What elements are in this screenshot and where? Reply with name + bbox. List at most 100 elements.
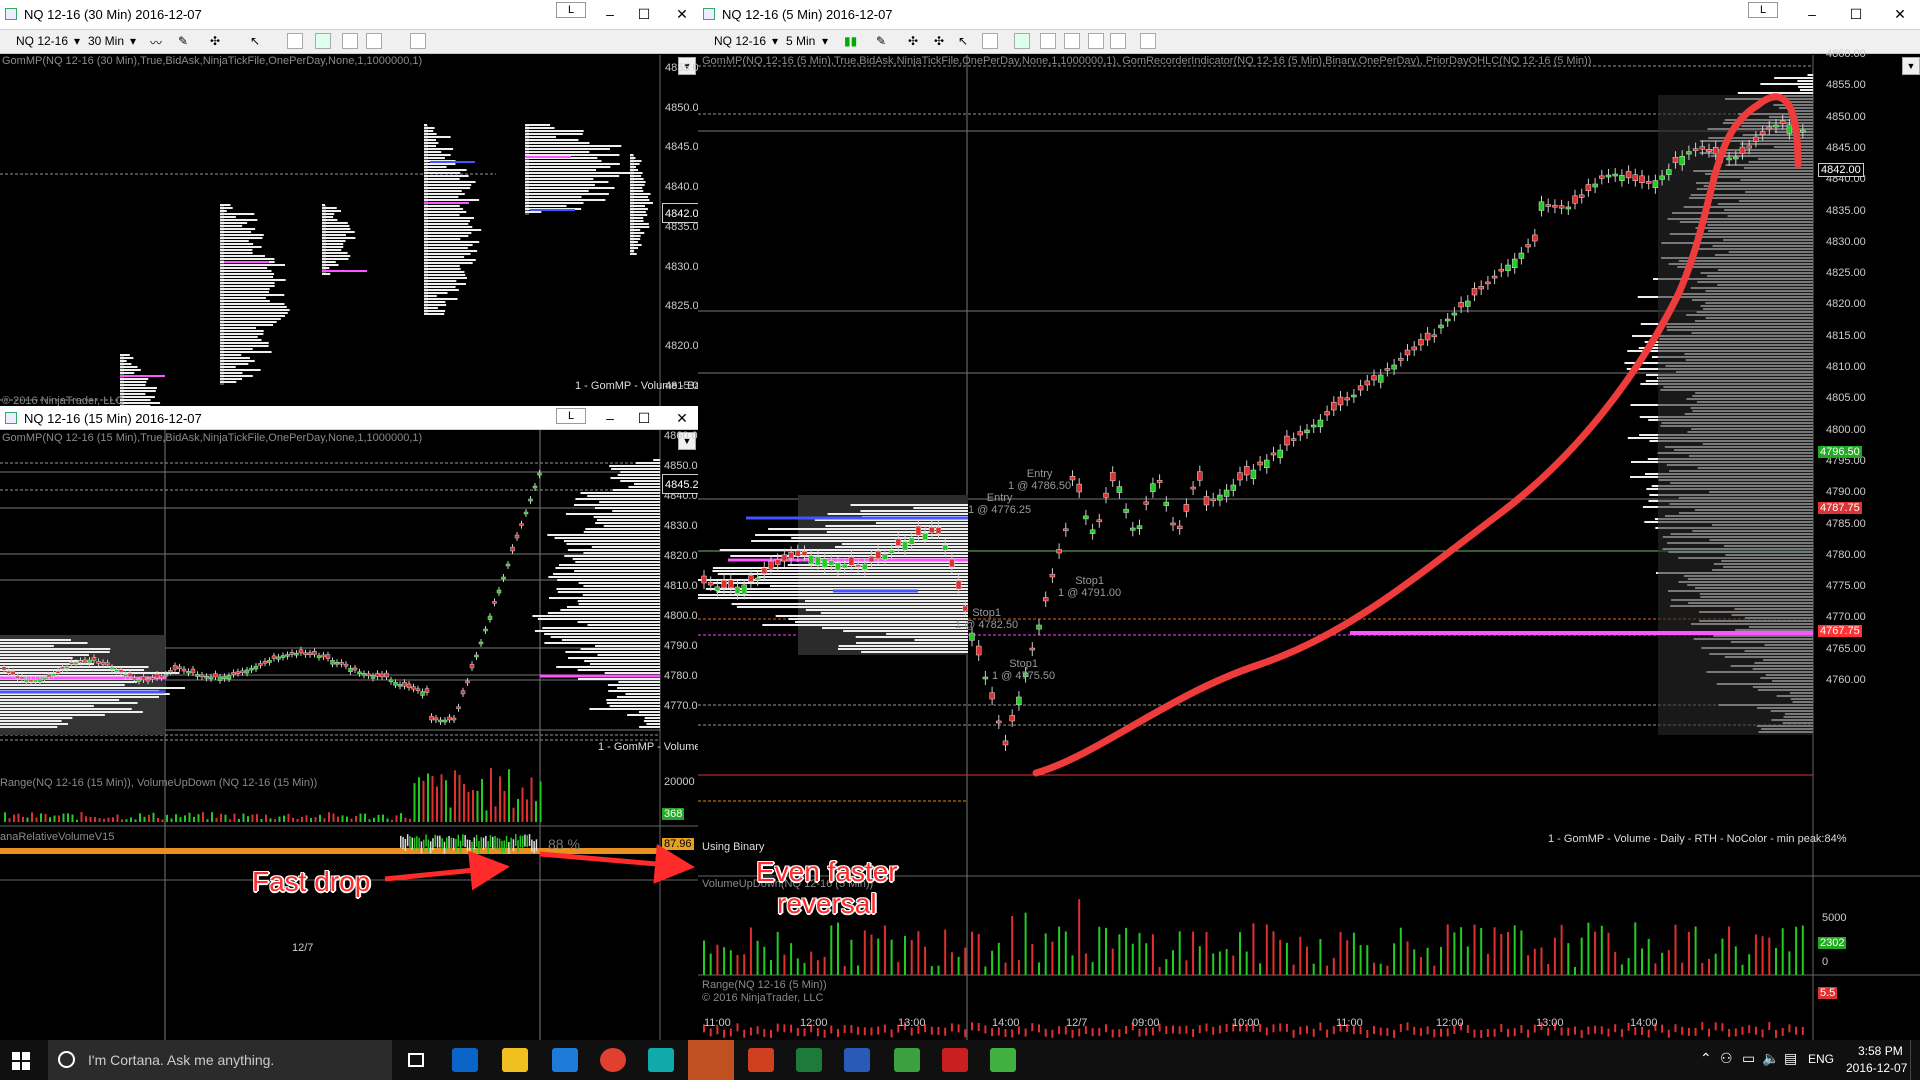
volume-bar (1507, 931, 1509, 975)
green-app-icon[interactable] (894, 1048, 920, 1072)
link-button[interactable]: L (1748, 2, 1778, 18)
range-bar (1192, 1029, 1195, 1038)
red-app-icon[interactable] (942, 1048, 968, 1072)
close-icon[interactable]: ✕ (670, 408, 694, 428)
properties-icon[interactable] (366, 33, 382, 49)
bar-type-icon[interactable]: ▮▮ (844, 34, 857, 48)
plot-area[interactable]: GomMP(NQ 12-16 (15 Min),True,BidAsk,Ninj… (0, 430, 698, 1040)
chart-window-30min[interactable]: NQ 12-16 (30 Min) 2016-12-07 L – ☐ ✕ NQ … (0, 0, 698, 406)
dropdown-arrow-icon[interactable]: ▾ (772, 34, 778, 48)
edge-icon[interactable] (552, 1048, 578, 1072)
maximize-icon[interactable]: ☐ (632, 408, 656, 428)
candle (181, 668, 187, 672)
range-bar (1165, 1026, 1168, 1035)
trade-marker[interactable]: Entry 1 @ 4776.25 (968, 492, 1031, 516)
clock-date[interactable]: 2016-12-07 (1846, 1061, 1907, 1075)
range-bar (1567, 1027, 1570, 1036)
close-icon[interactable]: ✕ (1888, 4, 1912, 24)
dropdown-arrow-icon[interactable]: ▾ (822, 34, 828, 48)
volume-bar (251, 814, 254, 822)
candle (1645, 181, 1652, 184)
candle (707, 582, 714, 586)
candle (1525, 244, 1531, 248)
minimize-icon[interactable]: – (1800, 4, 1824, 24)
excel-icon[interactable] (796, 1048, 822, 1072)
cortana-icon (58, 1051, 75, 1068)
maximize-icon[interactable]: ☐ (632, 4, 656, 24)
grid-icon[interactable] (410, 33, 426, 49)
bars-icon[interactable] (315, 33, 331, 49)
pencil-icon[interactable]: ✎ (178, 34, 188, 48)
candle (361, 673, 367, 676)
minimize-icon[interactable]: – (598, 4, 622, 24)
volume-bar (991, 950, 994, 975)
bars-icon[interactable] (1014, 33, 1030, 49)
time-tick: 11:00 (704, 1017, 731, 1029)
windows-start-icon[interactable] (12, 1052, 30, 1070)
strategy-icon[interactable]: ✣ (934, 34, 944, 48)
pencil-icon[interactable]: ✎ (876, 34, 886, 48)
task-view-icon[interactable] (408, 1053, 424, 1067)
trade-marker[interactable]: Entry 1 @ 4786.50 (1008, 468, 1071, 492)
share-icon[interactable] (1140, 33, 1156, 49)
cortana-search-box[interactable]: I'm Cortana. Ask me anything. (48, 1040, 392, 1080)
trade-marker[interactable]: Stop1 1 @ 4782.50 (955, 607, 1018, 631)
minimize-icon[interactable]: – (598, 408, 622, 428)
volume-icon[interactable]: 🔈 (1762, 1050, 1779, 1067)
ninjatrader-icon[interactable] (688, 1040, 734, 1080)
grid-icon[interactable] (1088, 33, 1104, 49)
dropdown-arrow-icon[interactable]: ▾ (130, 34, 136, 48)
people-icon[interactable]: ⚇ (1720, 1050, 1733, 1067)
candle (411, 686, 416, 690)
language-indicator[interactable]: ENG (1808, 1052, 1834, 1066)
volume-bar (278, 816, 281, 822)
close-icon[interactable]: ✕ (670, 4, 694, 24)
dropdown-arrow-icon[interactable]: ▾ (74, 34, 80, 48)
period-select[interactable]: 30 Min (88, 34, 124, 48)
range-bar (1781, 1027, 1784, 1036)
link-button[interactable]: L (556, 408, 586, 424)
plot-area[interactable]: GomMP(NQ 12-16 (30 Min),True,BidAsk,Ninj… (0, 55, 698, 406)
title-bar[interactable]: NQ 12-16 (15 Min) 2016-12-07 L – ☐ ✕ (0, 406, 698, 430)
chrome-icon[interactable] (600, 1048, 626, 1072)
scroll-down-button[interactable]: ▼ (1902, 57, 1920, 75)
template-icon[interactable] (1110, 33, 1126, 49)
candle (754, 577, 761, 581)
evernote-icon[interactable] (990, 1048, 1016, 1072)
file-explorer-icon[interactable] (502, 1048, 528, 1072)
outlook-icon[interactable] (452, 1048, 478, 1072)
rv-bar (416, 836, 418, 849)
chart-window-15min[interactable]: NQ 12-16 (15 Min) 2016-12-07 L – ☐ ✕ Gom… (0, 406, 698, 1040)
trading-app-icon[interactable] (648, 1048, 674, 1072)
zoom-icon[interactable] (287, 33, 303, 49)
zoom-icon[interactable] (982, 33, 998, 49)
maximize-icon[interactable]: ☐ (1844, 4, 1868, 24)
word-icon[interactable] (844, 1048, 870, 1072)
clock-time[interactable]: 3:58 PM (1858, 1044, 1903, 1058)
tray-chevron-icon[interactable]: ⌃ (1700, 1050, 1712, 1067)
pointer-icon[interactable]: ↖ (250, 34, 260, 48)
period-select[interactable]: 5 Min (786, 34, 815, 48)
indicator-icon[interactable]: ✣ (908, 34, 918, 48)
line-tool-icon[interactable]: 〰 (150, 34, 162, 51)
indicator-icon[interactable]: ✣ (210, 34, 220, 48)
volume-bar (1486, 953, 1489, 975)
instrument-select[interactable]: NQ 12-16 (714, 34, 766, 48)
action-center-icon[interactable] (1910, 1040, 1920, 1080)
title-bar[interactable]: NQ 12-16 (5 Min) 2016-12-07 L – ☐ ✕ (698, 0, 1920, 30)
powerpoint-icon[interactable] (748, 1048, 774, 1072)
trade-marker[interactable]: Stop1 1 @ 4791.00 (1058, 575, 1121, 599)
trade-marker[interactable]: Stop1 1 @ 4775.50 (992, 658, 1055, 682)
instrument-select[interactable]: NQ 12-16 (16, 34, 68, 48)
properties-icon[interactable] (1064, 33, 1080, 49)
volume-bar (193, 816, 195, 822)
range-bar (770, 1029, 772, 1038)
title-bar[interactable]: NQ 12-16 (30 Min) 2016-12-07 L – ☐ ✕ (0, 0, 698, 30)
link-button[interactable]: L (556, 2, 586, 18)
notifications-icon[interactable]: ▤ (1784, 1050, 1797, 1067)
network-icon[interactable]: ▭ (1742, 1050, 1755, 1067)
data-box-icon[interactable] (1040, 33, 1056, 49)
data-box-icon[interactable] (342, 33, 358, 49)
pointer-icon[interactable]: ↖ (958, 34, 968, 48)
volume-bar (1192, 931, 1195, 975)
